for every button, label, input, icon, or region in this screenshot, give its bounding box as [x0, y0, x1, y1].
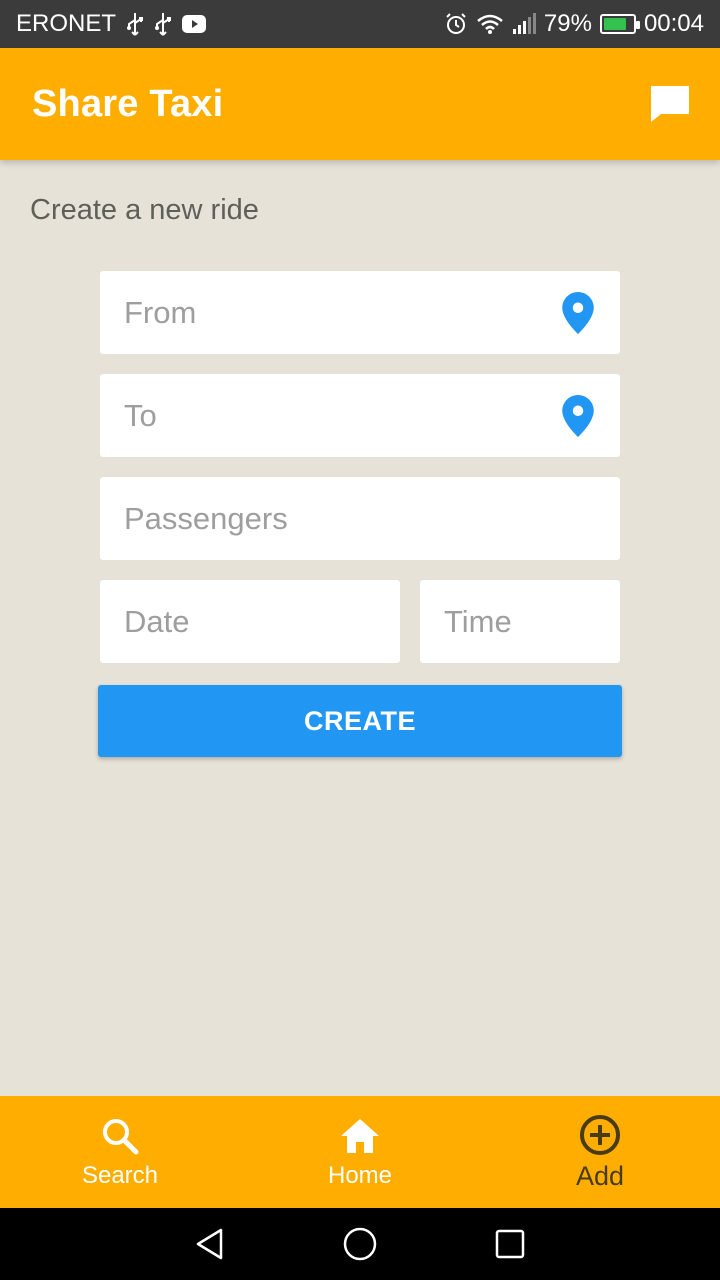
clock: 00:04: [643, 10, 704, 37]
alarm-icon: [444, 12, 468, 36]
wifi-icon: [476, 13, 504, 35]
battery-fill: [603, 18, 627, 30]
to-input[interactable]: [100, 374, 620, 457]
from-field: [100, 271, 620, 354]
usb-icon: [126, 12, 144, 36]
signal-icon: [512, 13, 536, 35]
nav-label-add: Add: [575, 1160, 625, 1191]
to-field: [100, 374, 620, 457]
app-bar: Share Taxi: [0, 48, 720, 160]
chat-button[interactable]: [646, 80, 694, 128]
nav-item-search[interactable]: Search: [0, 1096, 240, 1208]
create-button[interactable]: CREATE: [98, 685, 622, 757]
location-pin-icon[interactable]: [562, 291, 594, 334]
system-nav-bar: [0, 1208, 720, 1280]
nav-item-home[interactable]: Home: [240, 1096, 480, 1208]
carrier-label: ERONET: [16, 10, 117, 37]
date-input[interactable]: [100, 580, 400, 663]
from-input[interactable]: [100, 271, 620, 354]
status-right: 79% 00:04: [444, 10, 704, 38]
status-left: ERONET: [16, 10, 207, 38]
recents-icon[interactable]: [490, 1224, 530, 1264]
back-icon[interactable]: [190, 1224, 230, 1264]
battery-percent: 79%: [543, 10, 592, 37]
search-icon: [98, 1114, 142, 1158]
youtube-icon: [182, 15, 207, 33]
section-title: Create a new ride: [30, 194, 259, 226]
nav-item-add[interactable]: Add: [480, 1096, 720, 1208]
time-field: [420, 580, 620, 663]
location-pin-icon[interactable]: [562, 394, 594, 437]
bottom-nav: Search Home Add: [0, 1096, 720, 1208]
battery-icon: [599, 14, 640, 34]
date-field: [100, 580, 400, 663]
home-icon: [338, 1114, 382, 1158]
nav-label-home: Home: [327, 1162, 393, 1189]
app-title: Share Taxi: [32, 82, 224, 125]
passengers-input[interactable]: [100, 477, 620, 560]
add-circle-icon: [578, 1113, 622, 1157]
nav-label-search: Search: [81, 1162, 159, 1189]
passengers-field: [100, 477, 620, 560]
chat-icon: [651, 86, 689, 122]
time-input[interactable]: [420, 580, 620, 663]
usb-icon: [154, 12, 172, 36]
home-circle-icon[interactable]: [340, 1224, 380, 1264]
status-bar: ERONET 79% 00:04: [0, 0, 720, 48]
